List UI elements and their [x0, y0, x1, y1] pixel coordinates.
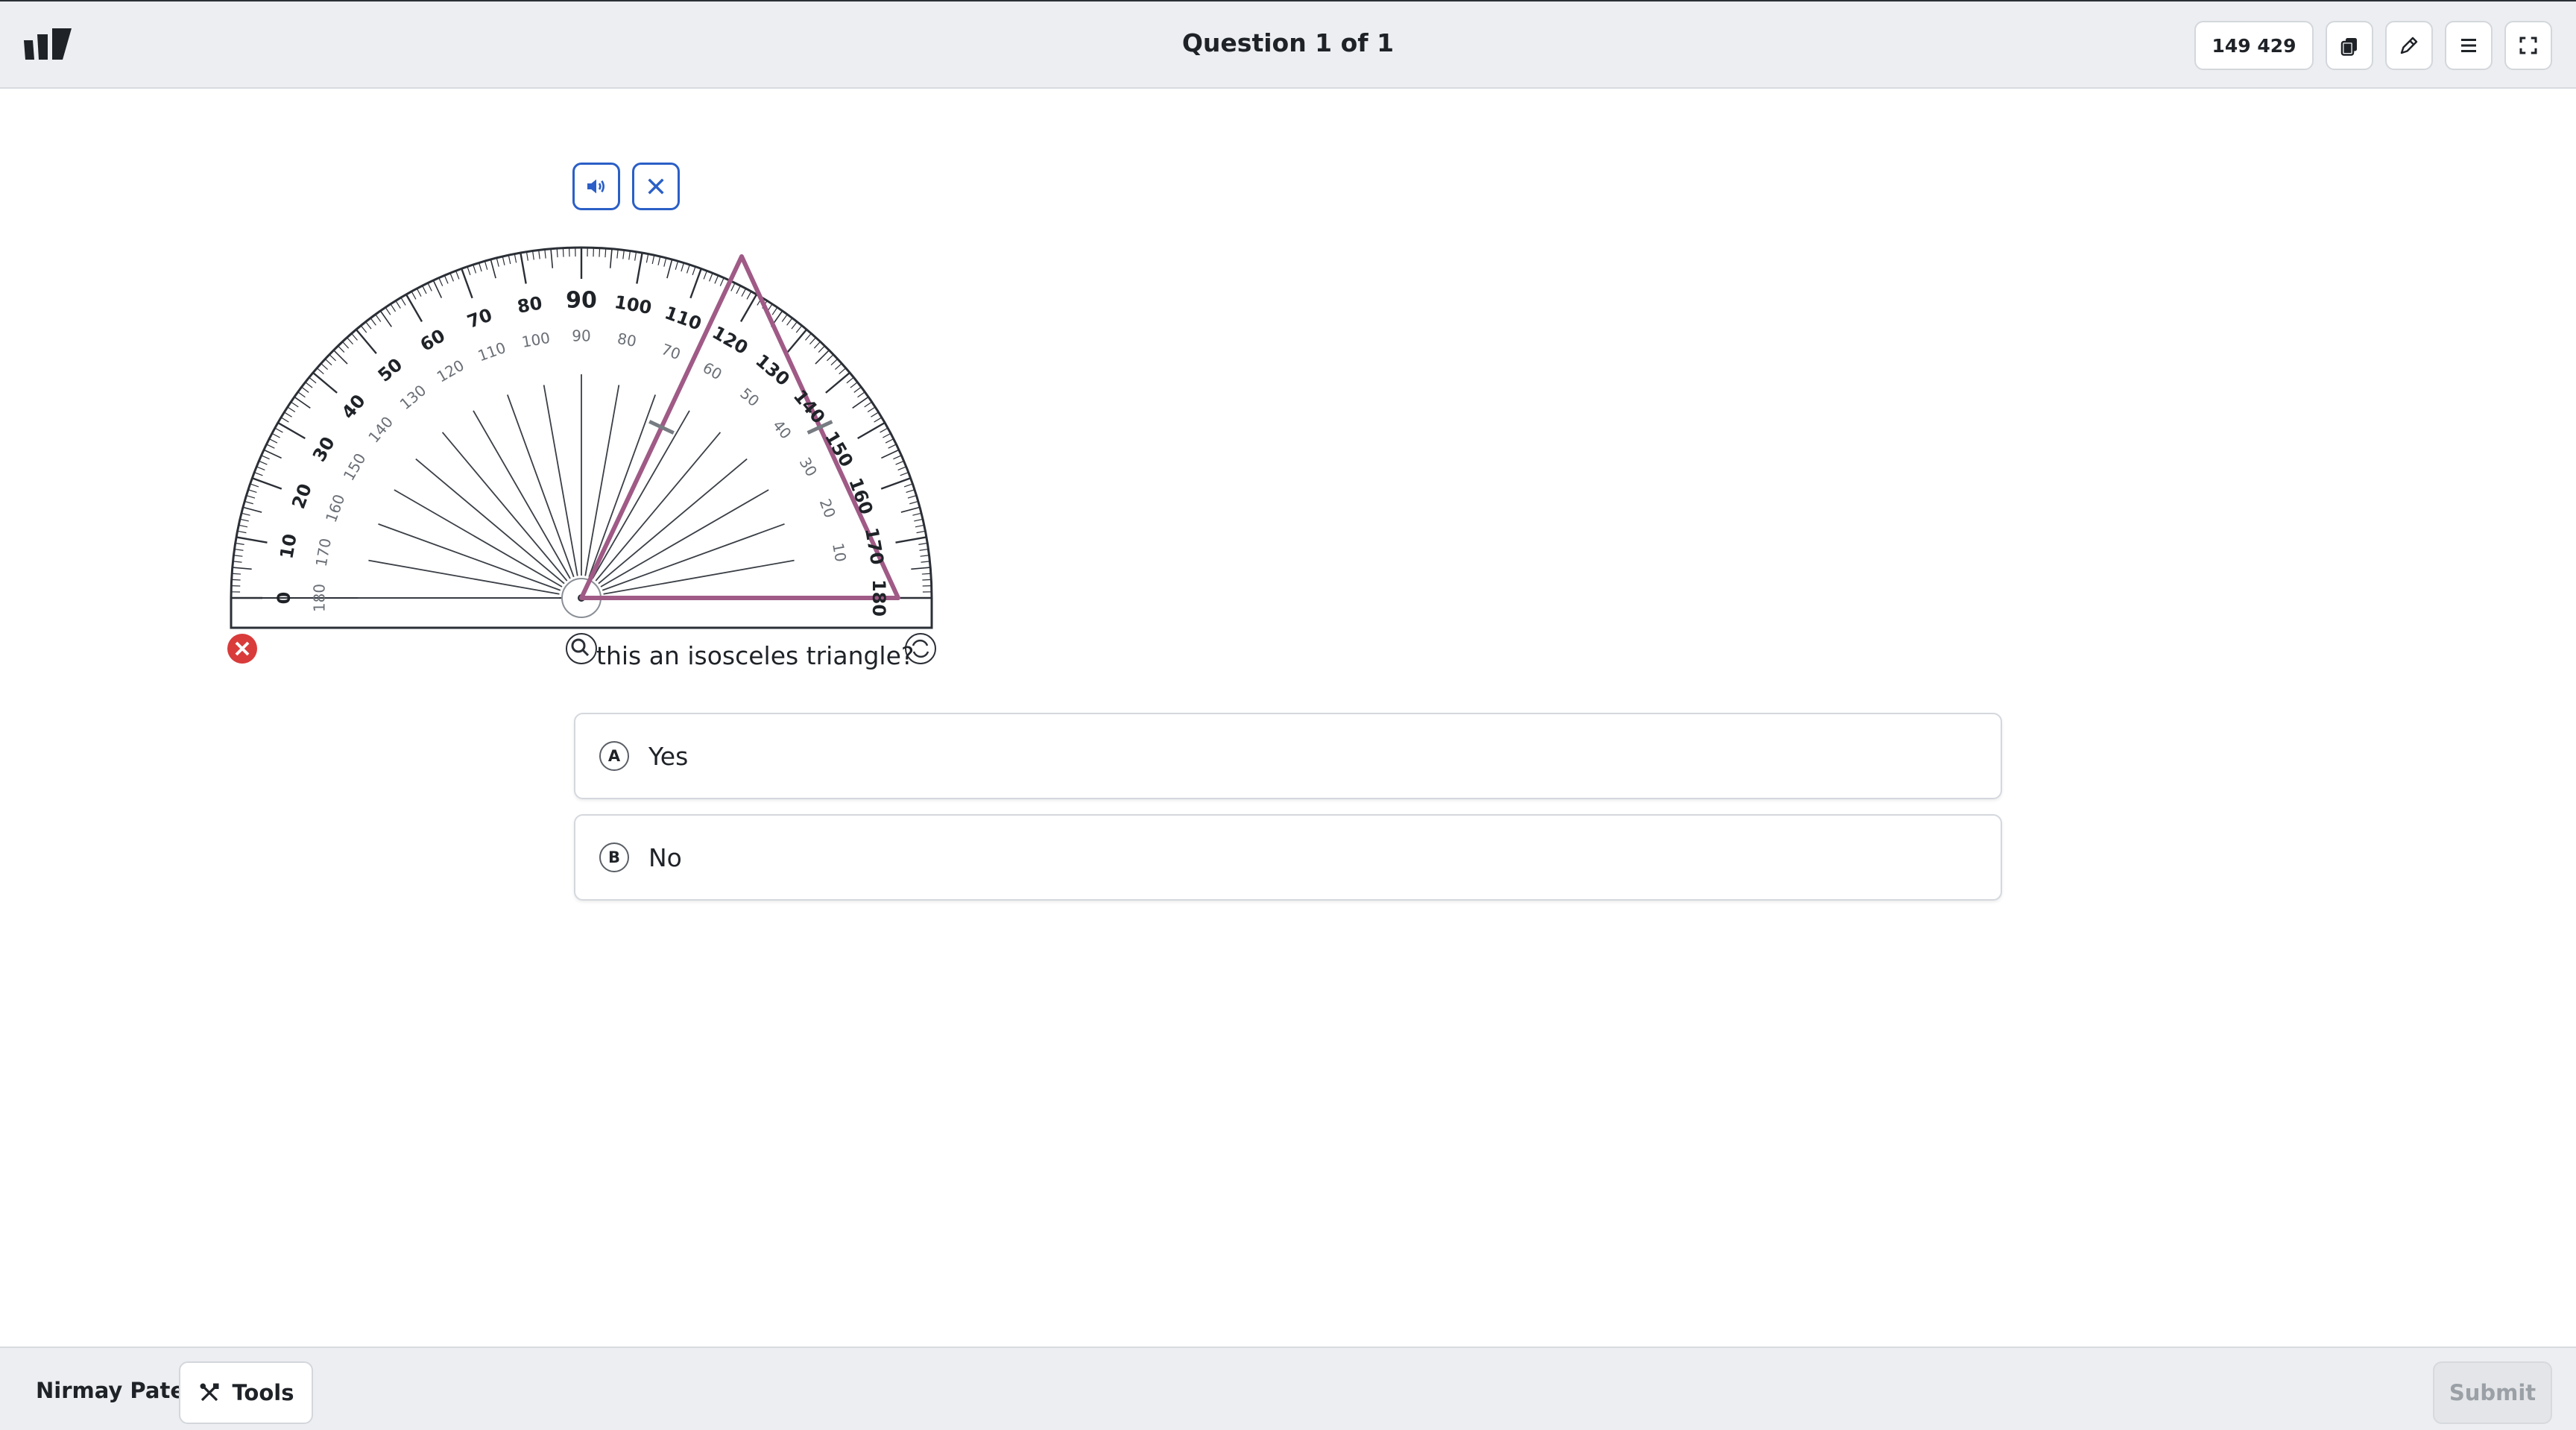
student-name: Nirmay Patel [36, 1378, 192, 1403]
speaker-icon [587, 179, 604, 194]
submit-label: Submit [2449, 1380, 2536, 1405]
option-a[interactable]: A Yes [574, 713, 2002, 799]
submit-button[interactable]: Submit [2433, 1361, 2552, 1424]
option-a-label: Yes [648, 741, 689, 771]
audio-button[interactable] [572, 163, 620, 210]
protractor-tick [556, 248, 558, 258]
annotate-button[interactable] [2385, 21, 2433, 70]
zoom-handle-icon [566, 633, 597, 664]
protractor-outer-label: 80 [516, 292, 544, 317]
close-icon [648, 178, 664, 195]
protractor-outer-label: 0 [274, 592, 294, 605]
option-a-letter: A [599, 741, 629, 771]
fullscreen-button[interactable] [2504, 21, 2552, 70]
protractor-tick [599, 248, 601, 257]
menu-button[interactable] [2445, 21, 2493, 70]
top-bar: Question 1 of 1 149 429 [0, 0, 2576, 89]
question-text: this an isosceles triangle? [596, 641, 915, 670]
protractor-tick [562, 248, 564, 257]
copy-icon [2340, 38, 2357, 56]
pencil-icon [2400, 37, 2418, 54]
protractor-inner-label: 80 [616, 330, 637, 350]
menu-icon [2461, 39, 2476, 52]
protractor-tick [921, 573, 931, 575]
question-id-badge[interactable]: 149 429 [2194, 21, 2314, 70]
protractor-tick [231, 579, 241, 581]
close-protractor-button[interactable] [632, 163, 680, 210]
fullscreen-icon [2519, 37, 2537, 54]
protractor-outer-label: 90 [566, 288, 597, 314]
protractor-tick [232, 573, 242, 575]
protractor-tick [922, 579, 932, 581]
option-b-label: No [648, 842, 682, 872]
question-id-text: 149 429 [2212, 34, 2296, 57]
tools-button[interactable]: Tools [179, 1361, 313, 1424]
tools-icon [200, 1383, 218, 1402]
page-title: Question 1 of 1 [1181, 28, 1395, 57]
option-b-letter: B [599, 842, 629, 872]
option-b[interactable]: B No [574, 814, 2002, 901]
protractor-inner-label: 10 [829, 541, 850, 563]
protractor-outer-label: 10 [276, 532, 300, 561]
copy-button[interactable] [2326, 21, 2373, 70]
protractor-outer-label: 180 [868, 579, 889, 617]
protractor-inner-label: 180 [311, 584, 329, 612]
protractor-inner-label: 90 [572, 327, 590, 345]
protractor-tool[interactable]: 010203040506070 80 90 100 110120130140150160… [216, 231, 947, 678]
bottom-bar: Nirmay Patel Tools Submit [0, 1346, 2576, 1430]
tools-label: Tools [232, 1380, 294, 1405]
protractor-tick [604, 248, 607, 258]
